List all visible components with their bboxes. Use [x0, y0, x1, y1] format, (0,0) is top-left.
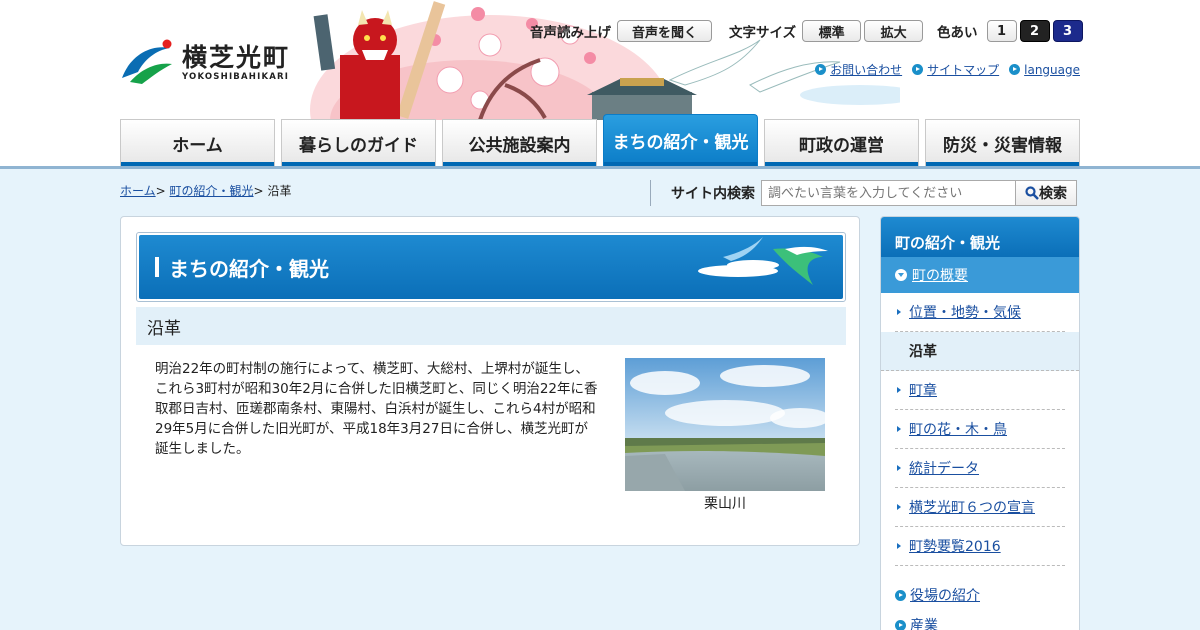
color-3-button[interactable]: 3	[1052, 20, 1083, 42]
fontsize-large-button[interactable]: 拡大	[864, 20, 924, 42]
search-label: サイト内検索	[671, 186, 755, 202]
local-nav-item-label: 統計データ	[909, 461, 979, 477]
local-nav-item[interactable]: 町の花・木・鳥	[895, 410, 1065, 449]
section-banner: まちの紹介・観光	[136, 232, 846, 302]
local-nav-item-label: 位置・地勢・気候	[909, 305, 1021, 321]
page-title: 沿革	[136, 307, 846, 345]
color-1-button[interactable]: 1	[986, 20, 1017, 42]
local-nav-list: 位置・地勢・気候 沿革 町章 町の花・木・鳥 統計データ 横芝光町６つの宣言 町…	[881, 293, 1079, 566]
breadcrumb-section[interactable]: 町の紹介・観光	[170, 184, 254, 198]
history-text: 明治22年の町村制の施行によって、横芝町、大総村、上堺村が誕生し、これら3町村が…	[155, 361, 598, 457]
local-nav-item-label: 町の花・木・鳥	[909, 422, 1007, 438]
breadcrumb-sep: >	[155, 184, 166, 198]
local-nav-item[interactable]: 町勢要覧2016	[895, 527, 1065, 566]
local-nav-item-label: 沿革	[909, 344, 937, 360]
local-nav-item-current: 沿革	[881, 332, 1079, 371]
language-link[interactable]: language	[1009, 61, 1080, 78]
local-nav-title: 町の紹介・観光	[881, 217, 1079, 257]
color-controls: 色あい 1 2 3	[937, 19, 1083, 43]
nav-town-tourism[interactable]: まちの紹介・観光	[603, 114, 758, 166]
fontsize-normal-button[interactable]: 標準	[802, 20, 862, 42]
top-links: お問い合わせ サイトマップ language	[805, 61, 1080, 78]
main-content: まちの紹介・観光 沿革 明治22年の町村制の施行によって、横芝町、大総村、上堺村…	[120, 216, 860, 546]
local-nav-overview-label: 町の概要	[912, 268, 968, 284]
fontsize-label: 文字サイズ	[729, 25, 797, 41]
contact-link-label: お問い合わせ	[830, 63, 903, 77]
town-logo-icon	[122, 39, 172, 84]
local-nav-item-label: 町章	[909, 383, 937, 399]
sitemap-link-label: サイトマップ	[927, 63, 1000, 77]
breadcrumb-sep: >	[253, 184, 264, 198]
site-header: 横芝光町 YOKOSHIBAHIKARI 音声読み上げ 音声を聞く 文字サイズ …	[0, 0, 1200, 166]
expand-circle-icon	[895, 269, 907, 281]
local-nav-item-label: 横芝光町６つの宣言	[909, 500, 1035, 516]
nav-living-guide[interactable]: 暮らしのガイド	[281, 119, 436, 166]
section-banner-inner: まちの紹介・観光	[139, 235, 843, 299]
site-search: サイト内検索 検索	[650, 180, 1077, 206]
search-button-label: 検索	[1039, 186, 1067, 202]
bird-cloud-icon	[698, 237, 828, 285]
sitemap-link[interactable]: サイトマップ	[912, 61, 999, 78]
contact-link[interactable]: お問い合わせ	[815, 61, 902, 78]
banner-title: まちの紹介・観光	[169, 257, 329, 281]
arrow-circle-icon	[895, 589, 906, 601]
header-illustration-icon	[310, 1, 900, 120]
local-nav-item[interactable]: 横芝光町６つの宣言	[895, 488, 1065, 527]
local-nav: 町の紹介・観光 町の概要 位置・地勢・気候 沿革 町章 町の花・木・鳥 統計デー…	[880, 216, 1080, 630]
local-nav-item-label: 町勢要覧2016	[909, 539, 1001, 555]
arrow-circle-icon	[912, 64, 924, 75]
arrow-circle-icon	[895, 619, 906, 630]
search-divider	[650, 180, 651, 206]
arrow-circle-icon	[815, 64, 827, 75]
arrow-circle-icon	[1009, 64, 1021, 75]
language-link-label: language	[1024, 62, 1080, 77]
breadcrumb-current: 沿革	[267, 184, 292, 198]
local-nav-item[interactable]: 統計データ	[895, 449, 1065, 488]
nav-home[interactable]: ホーム	[120, 119, 275, 166]
nav-divider	[0, 166, 1200, 169]
search-button[interactable]: 検索	[1016, 180, 1077, 206]
breadcrumb-home[interactable]: ホーム	[120, 184, 156, 198]
search-icon	[1025, 186, 1039, 200]
search-input[interactable]	[761, 180, 1016, 206]
local-nav-overview[interactable]: 町の概要	[881, 257, 1079, 293]
site-logo[interactable]: 横芝光町 YOKOSHIBAHIKARI	[120, 36, 300, 88]
river-photo	[625, 358, 825, 491]
color-2-button[interactable]: 2	[1019, 20, 1050, 42]
local-nav-section-industry[interactable]: 産業	[895, 610, 1065, 630]
logo-romaji: YOKOSHIBAHIKARI	[182, 72, 290, 82]
local-nav-section-label: 産業	[910, 618, 938, 630]
breadcrumb: ホーム> 町の紹介・観光> 沿革	[120, 182, 291, 199]
nav-administration[interactable]: 町政の運営	[764, 119, 919, 166]
local-nav-section-office[interactable]: 役場の紹介	[895, 580, 1065, 610]
local-nav-sections: 役場の紹介 産業	[881, 580, 1079, 630]
local-nav-item[interactable]: 位置・地勢・気候	[895, 293, 1065, 332]
speech-button[interactable]: 音声を聞く	[617, 20, 712, 42]
local-nav-item[interactable]: 町章	[895, 371, 1065, 410]
banner-bar	[155, 257, 159, 277]
fontsize-controls: 文字サイズ 標準 拡大	[729, 19, 924, 43]
logo-name: 横芝光町	[182, 43, 291, 72]
local-nav-section-label: 役場の紹介	[910, 588, 980, 604]
color-label: 色あい	[937, 25, 978, 41]
photo-caption: 栗山川	[704, 496, 746, 512]
nav-disaster[interactable]: 防災・災害情報	[925, 119, 1080, 166]
speech-controls: 音声読み上げ 音声を聞く	[530, 19, 712, 43]
speech-label: 音声読み上げ	[530, 25, 611, 41]
nav-facilities[interactable]: 公共施設案内	[442, 119, 597, 166]
global-nav: ホーム 暮らしのガイド 公共施設案内 まちの紹介・観光 町政の運営 防災・災害情…	[120, 114, 1080, 166]
